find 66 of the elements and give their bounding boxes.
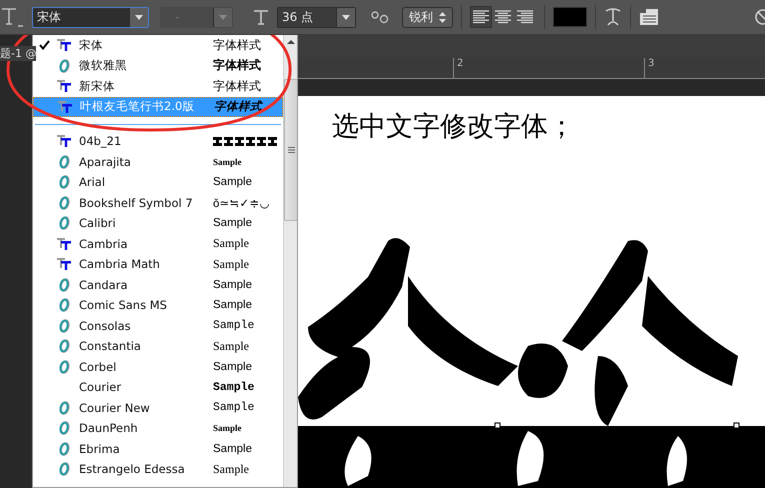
font-sample: Sample xyxy=(213,462,249,477)
font-menu-item[interactable]: Bookshelf Symbol 7 ǒ≃≒✓≑◡ xyxy=(33,192,283,213)
font-sample: Sample xyxy=(213,338,249,354)
font-menu-item[interactable]: Courier Sample xyxy=(33,377,283,398)
font-sample: Sample xyxy=(213,423,242,434)
truetype-icon xyxy=(56,100,74,114)
truetype-icon xyxy=(55,134,73,148)
font-sample: Sample xyxy=(213,360,252,373)
scrollbar[interactable] xyxy=(283,35,297,487)
font-menu-item[interactable]: Cambria Math Sample xyxy=(33,254,283,274)
grip-icon xyxy=(288,147,294,153)
font-sample: Sample xyxy=(213,156,242,167)
caret-icon xyxy=(342,14,350,20)
canvas-text: 选中文字修改字体； xyxy=(332,110,576,144)
caret-icon xyxy=(219,14,227,20)
font-sample: Sample xyxy=(213,256,249,272)
font-menu-item[interactable]: Cambria Sample xyxy=(33,234,283,254)
font-menu-item[interactable]: Arial Sample xyxy=(33,172,283,192)
font-sample: Sample xyxy=(213,217,252,230)
ruler: 2 3 xyxy=(298,58,765,79)
document-tab[interactable]: 题-1 @ xyxy=(0,46,36,61)
font-size-select[interactable]: 36 点 xyxy=(277,6,356,28)
truetype-icon xyxy=(55,236,73,251)
font-sample: Sample xyxy=(213,299,252,312)
font-menu-item[interactable]: 叶根友毛笔行书2.0版 字体样式 xyxy=(33,96,283,117)
font-menu-item[interactable]: Ebrima Sample xyxy=(33,438,283,459)
font-menu-item[interactable]: Comic Sans MS Sample xyxy=(33,295,283,316)
font-sample: Sample xyxy=(213,380,254,394)
font-menu-item[interactable]: 04b_21 xyxy=(33,131,283,152)
font-menu-item[interactable]: Consolas Sample xyxy=(33,316,283,336)
antialias-icon xyxy=(370,10,390,24)
font-sample: Sample xyxy=(213,319,254,332)
warp-text-icon[interactable] xyxy=(604,7,622,27)
font-menu-item[interactable]: Courier New Sample xyxy=(33,398,283,418)
text-tool-icon[interactable] xyxy=(0,6,24,28)
font-menu-item[interactable]: Estrangelo Edessa Sample xyxy=(33,459,283,480)
font-menu-item[interactable]: Candara Sample xyxy=(33,274,283,295)
font-sample: 字体样式 xyxy=(213,36,261,54)
font-menu-item[interactable]: Corbel Sample xyxy=(33,356,283,377)
caret-icon xyxy=(135,14,143,20)
font-sample: Sample xyxy=(213,278,252,291)
font-sample: 字体样式 xyxy=(213,57,261,74)
align-left-button[interactable] xyxy=(470,6,492,28)
font-menu-item[interactable]: Calibri Sample xyxy=(33,213,283,234)
cancel-icon[interactable] xyxy=(753,8,765,26)
panel-icon[interactable] xyxy=(639,8,659,26)
font-sample: ǒ≃≒✓≑◡ xyxy=(213,196,270,210)
truetype-icon xyxy=(55,257,73,272)
font-sample: Sample xyxy=(213,442,252,455)
font-sample: Sample xyxy=(213,176,252,188)
font-menu-item[interactable]: 新宋体 字体样式 xyxy=(33,76,283,96)
font-menu-item[interactable]: Constantia Sample xyxy=(33,336,283,356)
font-sample: 字体样式 xyxy=(214,99,262,114)
font-menu-item[interactable]: DaunPenh Sample xyxy=(33,418,283,438)
antialias-select[interactable]: 锐利 xyxy=(402,6,453,28)
font-sample: Sample xyxy=(213,401,254,414)
checkmark-icon xyxy=(38,40,50,50)
font-family-select[interactable]: 宋体 xyxy=(32,6,149,28)
font-menu-item[interactable]: Aparajita Sample xyxy=(33,152,283,172)
updown-caret-icon xyxy=(439,12,446,22)
truetype-icon xyxy=(55,79,73,94)
truetype-icon xyxy=(55,38,73,52)
font-size-icon xyxy=(253,9,271,25)
font-sample: 字体样式 xyxy=(213,78,261,95)
text-color-swatch[interactable] xyxy=(553,7,587,27)
font-sample: Sample xyxy=(213,236,249,252)
